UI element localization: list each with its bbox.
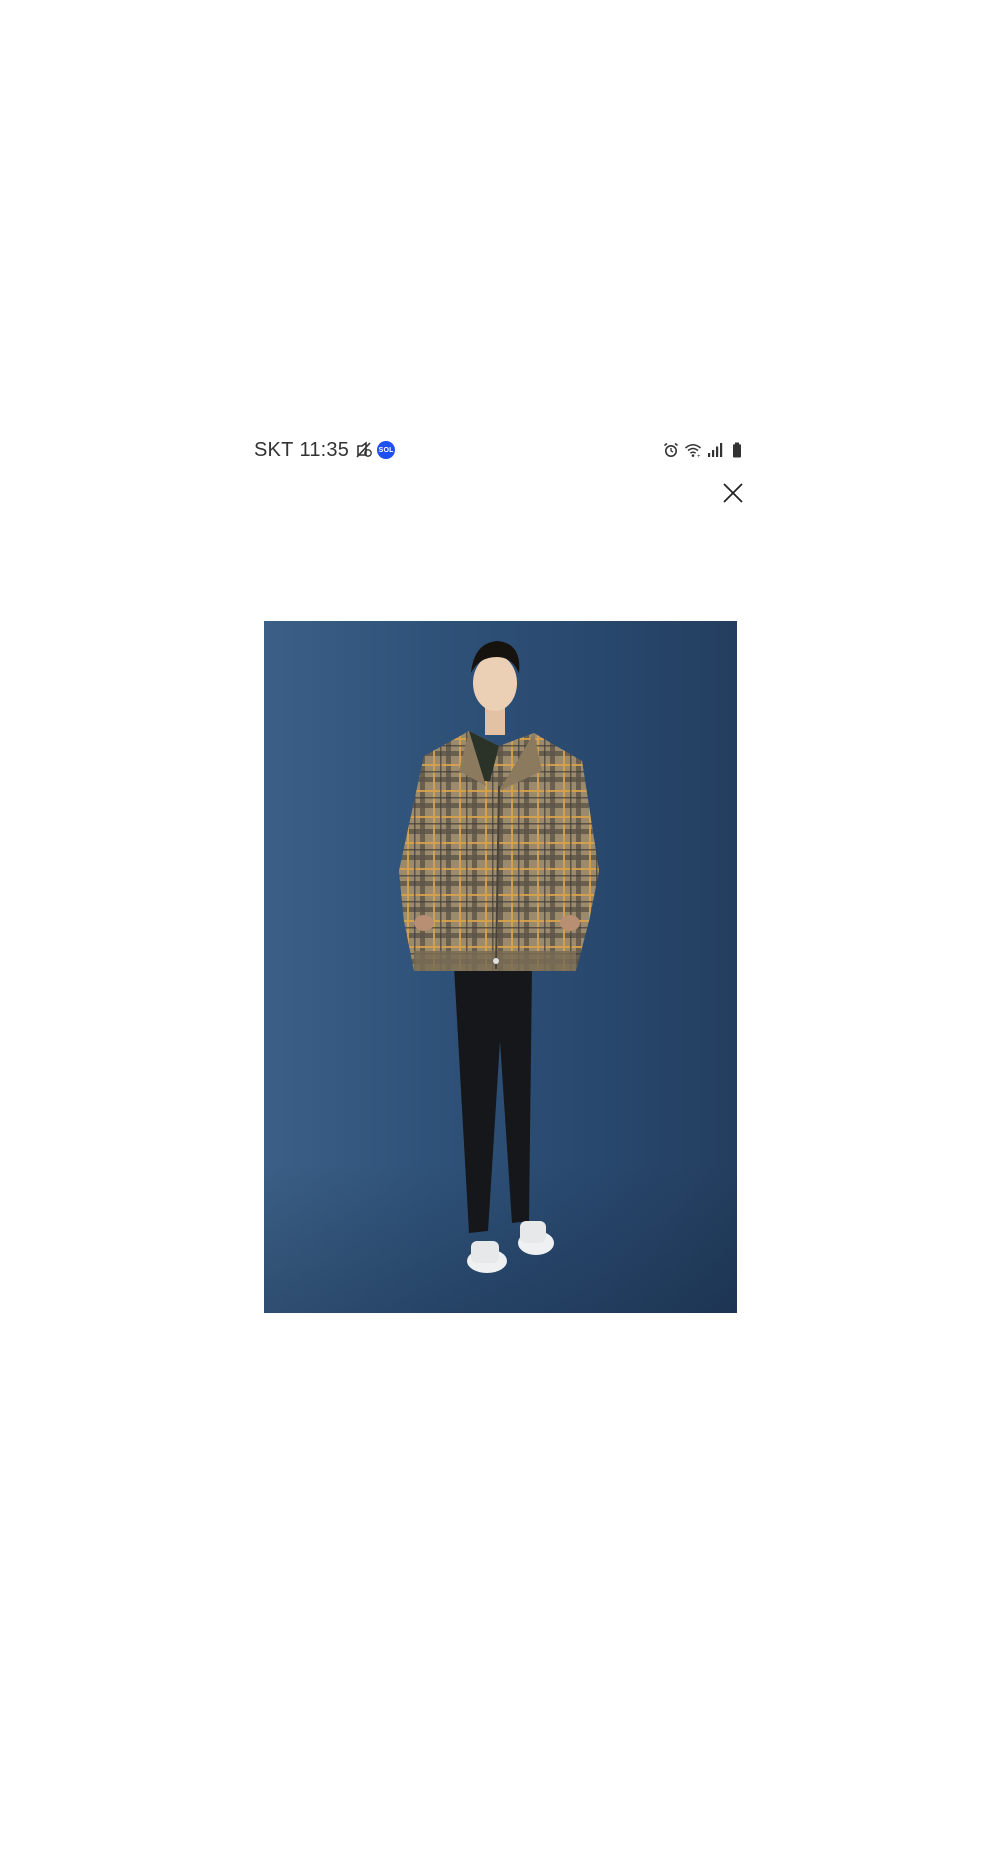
product-photo[interactable]: [264, 621, 737, 1313]
close-button[interactable]: [720, 480, 746, 506]
silent-notification-icon: [355, 441, 373, 459]
close-icon: [723, 483, 743, 503]
battery-icon: [728, 441, 746, 459]
clock-label: 11:35: [299, 438, 350, 461]
status-left: SKT 11:35 SOL: [254, 438, 396, 462]
carrier-label: SKT: [254, 438, 294, 461]
signal-icon: [706, 441, 724, 459]
model-figure: [399, 641, 599, 1273]
app-badge-icon: SOL: [377, 441, 396, 459]
phone-screen: SKT 11:35 SOL +: [254, 425, 750, 1465]
status-bar: SKT 11:35 SOL +: [254, 435, 750, 465]
status-right: +: [662, 441, 746, 459]
image-viewer-page: SKT 11:35 SOL +: [0, 0, 1000, 1852]
wifi-icon: +: [684, 441, 702, 459]
svg-text:+: +: [697, 454, 701, 459]
alarm-icon: [662, 441, 680, 459]
